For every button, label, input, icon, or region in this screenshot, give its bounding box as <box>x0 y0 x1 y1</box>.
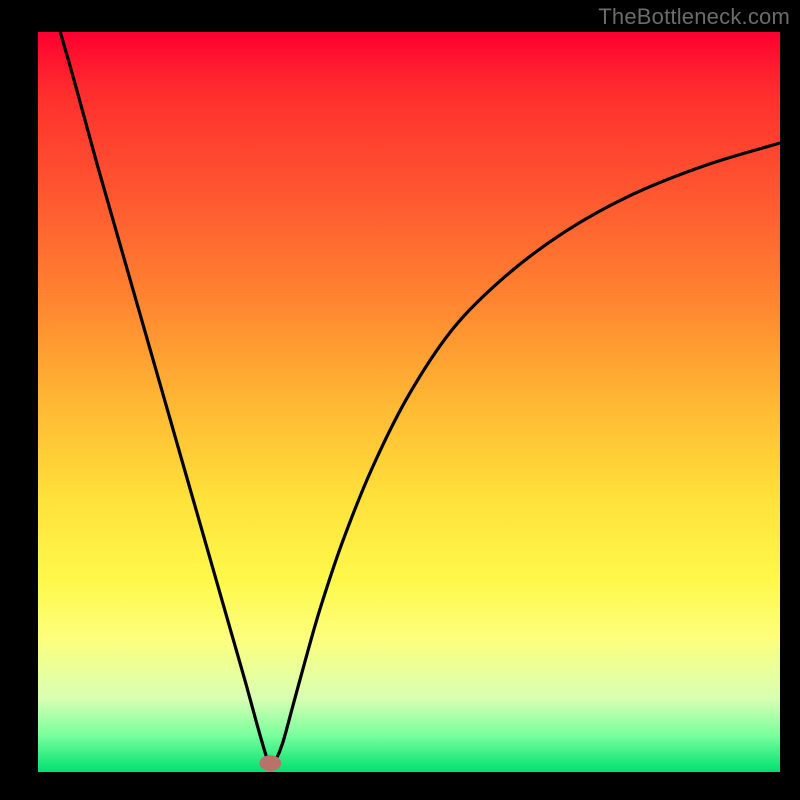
optimal-point-marker <box>260 756 281 771</box>
bottleneck-curve <box>60 32 780 765</box>
curve-layer <box>0 0 800 800</box>
watermark-text: TheBottleneck.com <box>598 4 790 30</box>
outer-frame: TheBottleneck.com <box>0 0 800 800</box>
